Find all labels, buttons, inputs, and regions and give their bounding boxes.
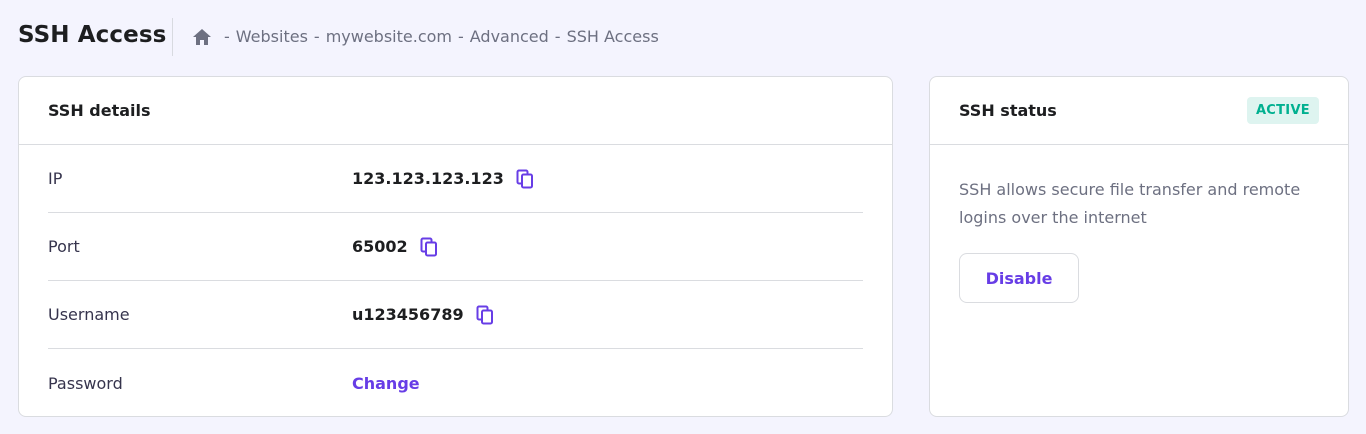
detail-row-username: Username u123456789 [48, 281, 863, 349]
breadcrumb: - Websites - mywebsite.com - Advanced - … [192, 27, 659, 46]
ssh-details-title: SSH details [48, 101, 151, 120]
top-bar: SSH Access - Websites - mywebsite.com - … [0, 0, 1366, 76]
ssh-status-card: SSH status ACTIVE SSH allows secure file… [929, 76, 1349, 417]
breadcrumb-separator: - [224, 27, 230, 46]
ssh-details-list: IP 123.123.123.123 Port 65002 Username u… [19, 145, 892, 417]
copy-icon[interactable] [418, 236, 440, 258]
username-label: Username [48, 305, 130, 324]
password-label: Password [48, 373, 123, 393]
ssh-status-description: SSH allows secure file transfer and remo… [959, 180, 1301, 227]
breadcrumb-websites[interactable]: Websites [236, 27, 308, 46]
ssh-status-header: SSH status ACTIVE [930, 77, 1348, 145]
ip-value: 123.123.123.123 [352, 169, 504, 188]
breadcrumb-current: SSH Access [566, 27, 659, 46]
page-title: SSH Access [18, 22, 167, 48]
ssh-details-card: SSH details IP 123.123.123.123 Port 6500… [18, 76, 893, 417]
detail-row-password: Password Change [48, 349, 863, 417]
detail-row-port: Port 65002 [48, 213, 863, 281]
username-value-wrap: u123456789 [352, 304, 496, 326]
copy-icon[interactable] [514, 168, 536, 190]
ip-label: IP [48, 169, 63, 188]
port-label: Port [48, 237, 80, 256]
breadcrumb-domain[interactable]: mywebsite.com [326, 27, 452, 46]
breadcrumb-separator: - [554, 27, 561, 46]
breadcrumb-separator: - [313, 27, 320, 46]
change-password-link[interactable]: Change [352, 374, 420, 393]
copy-icon[interactable] [474, 304, 496, 326]
ssh-status-body: SSH allows secure file transfer and remo… [930, 145, 1348, 332]
port-value: 65002 [352, 237, 408, 256]
ip-value-wrap: 123.123.123.123 [352, 168, 536, 190]
status-badge: ACTIVE [1246, 97, 1319, 124]
detail-row-ip: IP 123.123.123.123 [48, 145, 863, 213]
port-value-wrap: 65002 [352, 236, 440, 258]
home-icon[interactable] [192, 28, 212, 46]
breadcrumb-advanced[interactable]: Advanced [470, 27, 549, 46]
disable-button[interactable]: Disable [959, 253, 1079, 303]
ssh-details-header: SSH details [19, 77, 892, 145]
username-value: u123456789 [352, 305, 464, 324]
breadcrumb-separator: - [457, 27, 464, 46]
title-divider [172, 18, 173, 56]
ssh-status-title: SSH status [959, 101, 1057, 120]
